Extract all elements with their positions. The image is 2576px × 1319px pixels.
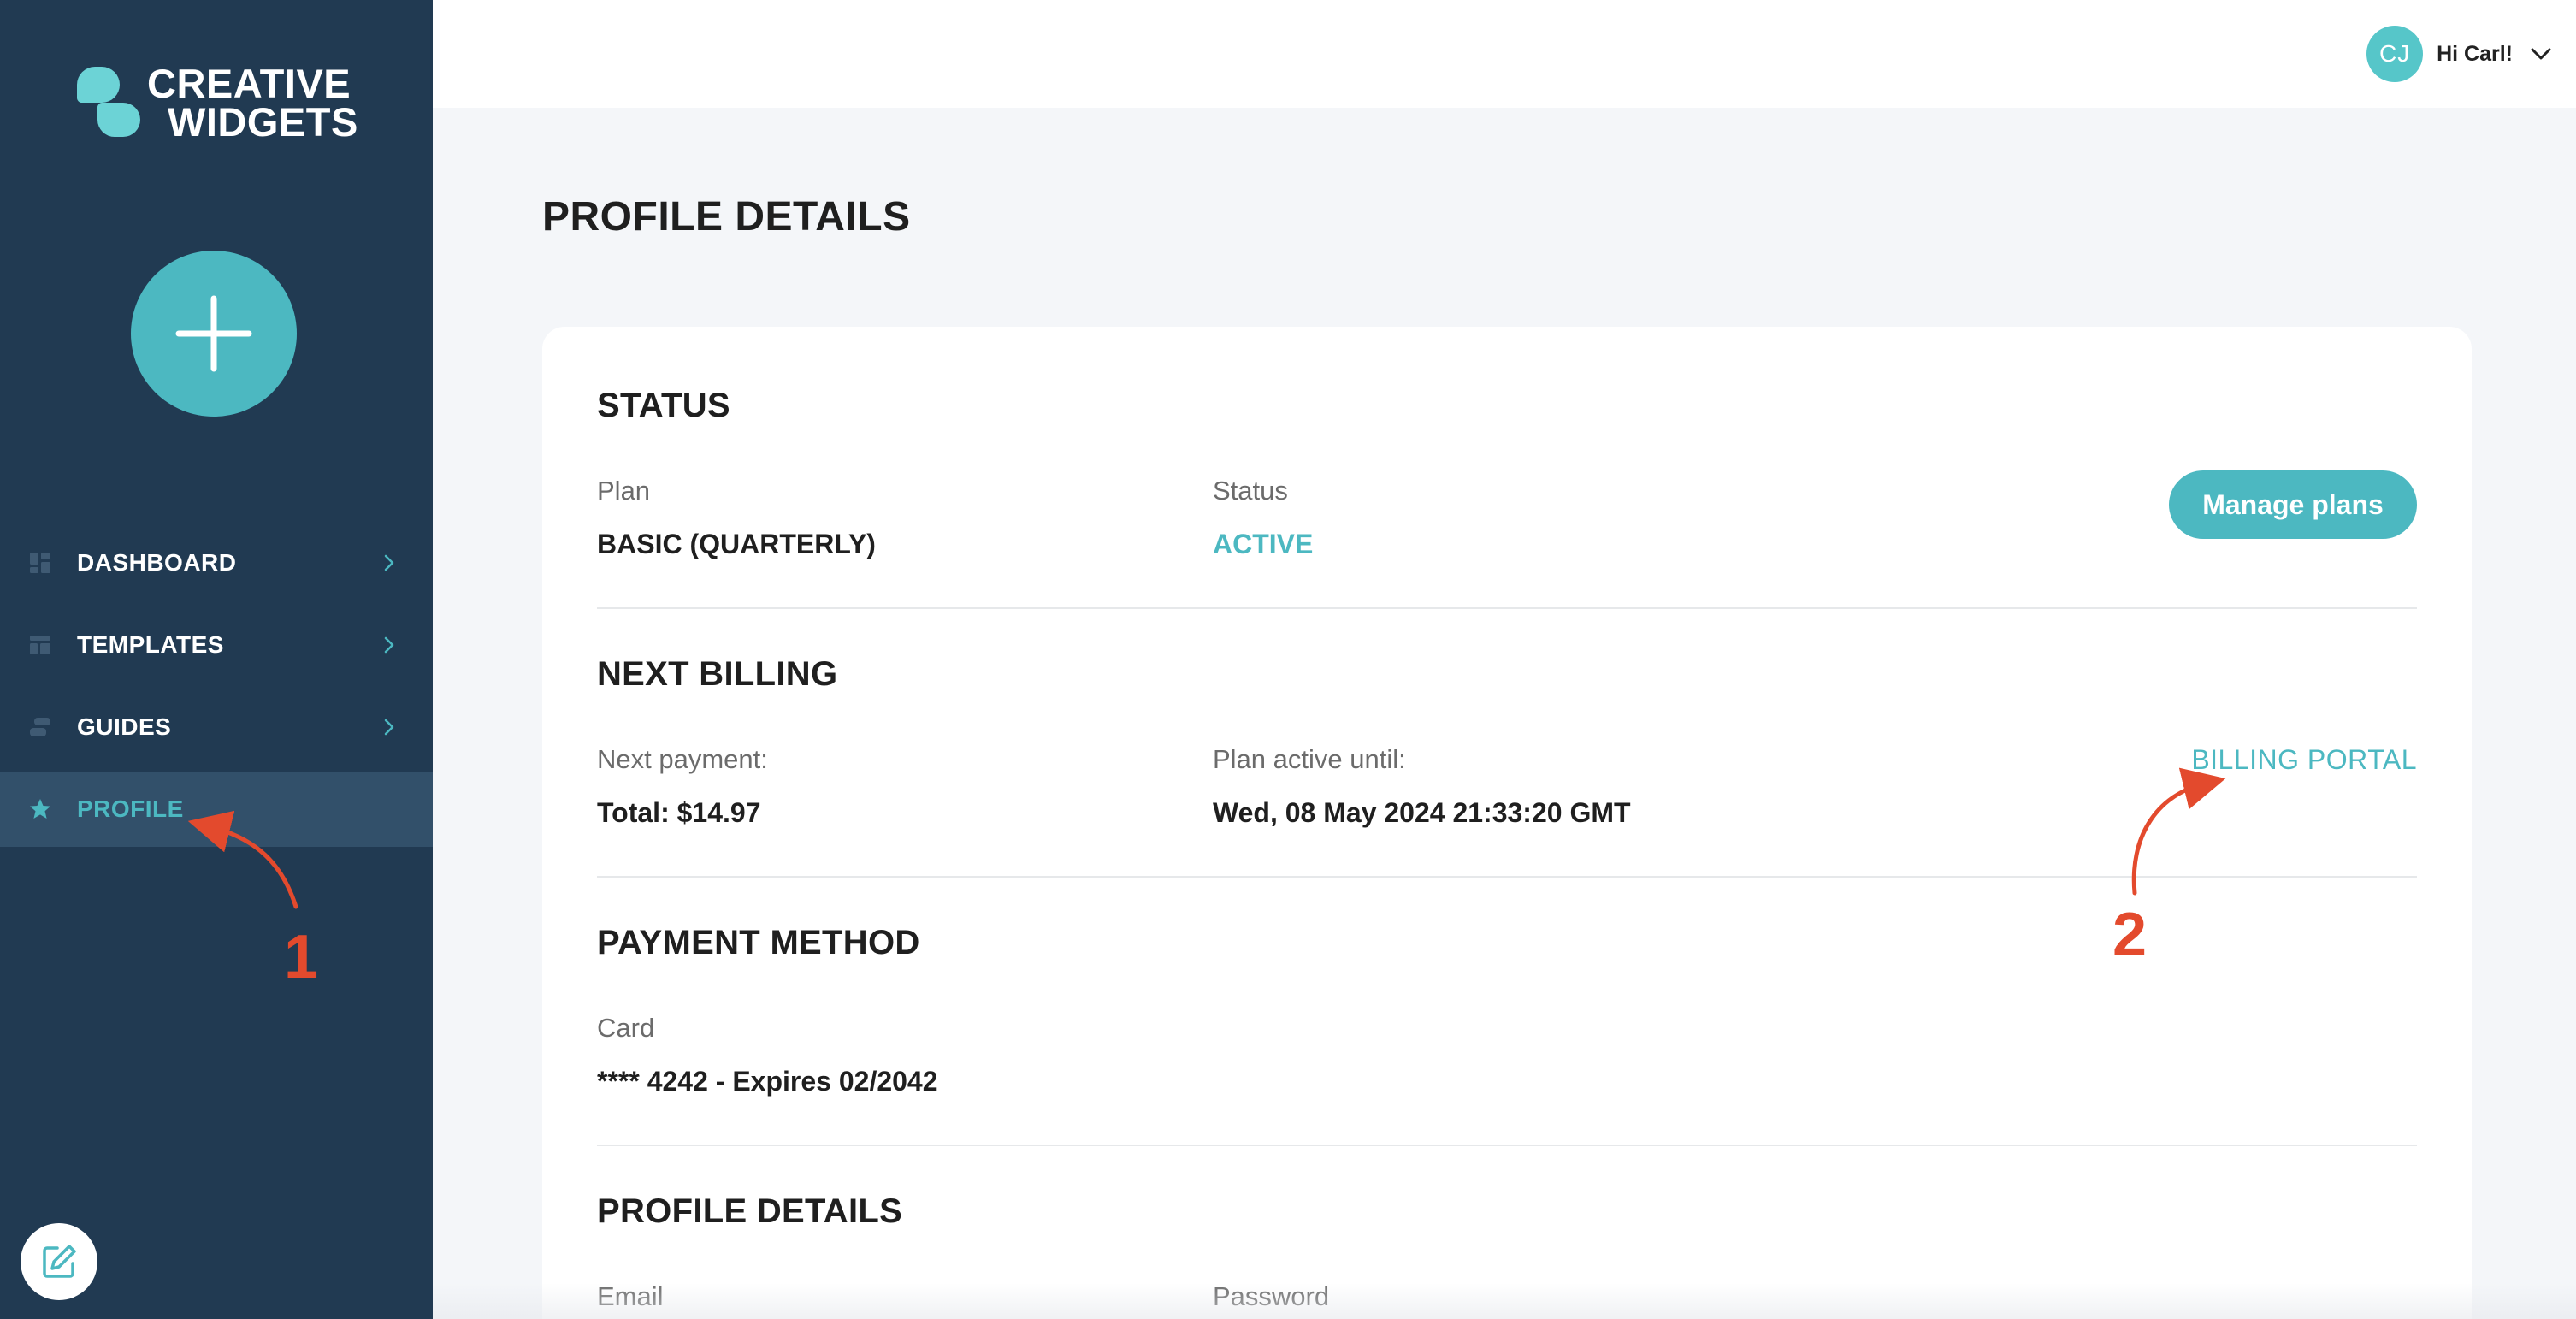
chevron-right-icon xyxy=(384,636,394,654)
profile-card: STATUS Plan BASIC (QUARTERLY) Status ACT… xyxy=(542,327,2472,1319)
sidebar: CREATIVE WIDGETS DASHBOARD TEMPLATES GUI… xyxy=(0,0,433,1319)
avatar[interactable]: CJ xyxy=(2366,26,2424,82)
sidebar-item-dashboard[interactable]: DASHBOARD xyxy=(0,525,433,600)
plan-active-until-value: Wed, 08 May 2024 21:33:20 GMT xyxy=(1213,797,1631,828)
status-section-title: STATUS xyxy=(597,387,730,424)
next-billing-title: NEXT BILLING xyxy=(597,655,838,693)
annotation-number-2: 2 xyxy=(2112,901,2148,969)
chevron-down-icon[interactable] xyxy=(2528,41,2554,67)
manage-plans-button[interactable]: Manage plans xyxy=(2169,470,2417,539)
brand-line-1: CREATIVE xyxy=(147,61,352,106)
user-greeting[interactable]: Hi Carl! xyxy=(2437,42,2513,67)
logo-mark-icon xyxy=(75,63,140,142)
profile-details-title: PROFILE DETAILS xyxy=(597,1192,903,1230)
chevron-right-icon xyxy=(384,719,394,736)
next-payment-value: Total: $14.97 xyxy=(597,797,761,828)
sidebar-item-label: DASHBOARD xyxy=(77,549,237,576)
next-payment-label: Next payment: xyxy=(597,744,768,774)
guides-icon xyxy=(30,718,50,736)
top-bar: CJ Hi Carl! xyxy=(433,0,2576,108)
password-label: Password xyxy=(1213,1281,1330,1311)
plan-label: Plan xyxy=(597,476,651,506)
annotation-number-1: 1 xyxy=(284,923,319,991)
templates-icon xyxy=(30,636,50,654)
sidebar-item-guides[interactable]: GUIDES xyxy=(0,689,433,765)
star-icon xyxy=(30,799,50,819)
sidebar-item-label: PROFILE xyxy=(77,796,184,822)
card-value: **** 4242 - Expires 02/2042 xyxy=(597,1066,938,1097)
divider xyxy=(597,1145,2417,1146)
edit-icon xyxy=(43,1245,76,1278)
plan-value: BASIC (QUARTERLY) xyxy=(597,529,876,559)
billing-portal-link[interactable]: BILLING PORTAL xyxy=(2191,744,2417,776)
card-label: Card xyxy=(597,1013,655,1043)
sidebar-nav: DASHBOARD TEMPLATES GUIDES PROFILE xyxy=(0,525,433,854)
sidebar-item-templates[interactable]: TEMPLATES xyxy=(0,607,433,683)
email-label: Email xyxy=(597,1281,664,1311)
divider xyxy=(597,607,2417,609)
status-label: Status xyxy=(1213,476,1288,506)
page-title: PROFILE DETAILS xyxy=(542,194,911,240)
brand-line-2: WIDGETS xyxy=(168,99,358,145)
chevron-right-icon xyxy=(384,554,394,571)
sidebar-item-label: GUIDES xyxy=(77,713,172,740)
edit-button[interactable] xyxy=(21,1223,97,1300)
sidebar-item-label: TEMPLATES xyxy=(77,631,224,658)
payment-method-title: PAYMENT METHOD xyxy=(597,924,920,961)
brand-name: CREATIVE WIDGETS xyxy=(147,61,358,145)
add-widget-button[interactable] xyxy=(131,251,297,417)
brand-logo[interactable]: CREATIVE WIDGETS xyxy=(75,63,358,142)
sidebar-item-profile[interactable]: PROFILE xyxy=(0,772,433,847)
status-badge: ACTIVE xyxy=(1213,529,1314,559)
plus-icon xyxy=(175,295,252,372)
user-menu[interactable]: CJ Hi Carl! xyxy=(2366,26,2554,82)
plan-active-until-label: Plan active until: xyxy=(1213,744,1406,774)
dashboard-icon xyxy=(30,553,50,573)
divider xyxy=(597,876,2417,878)
